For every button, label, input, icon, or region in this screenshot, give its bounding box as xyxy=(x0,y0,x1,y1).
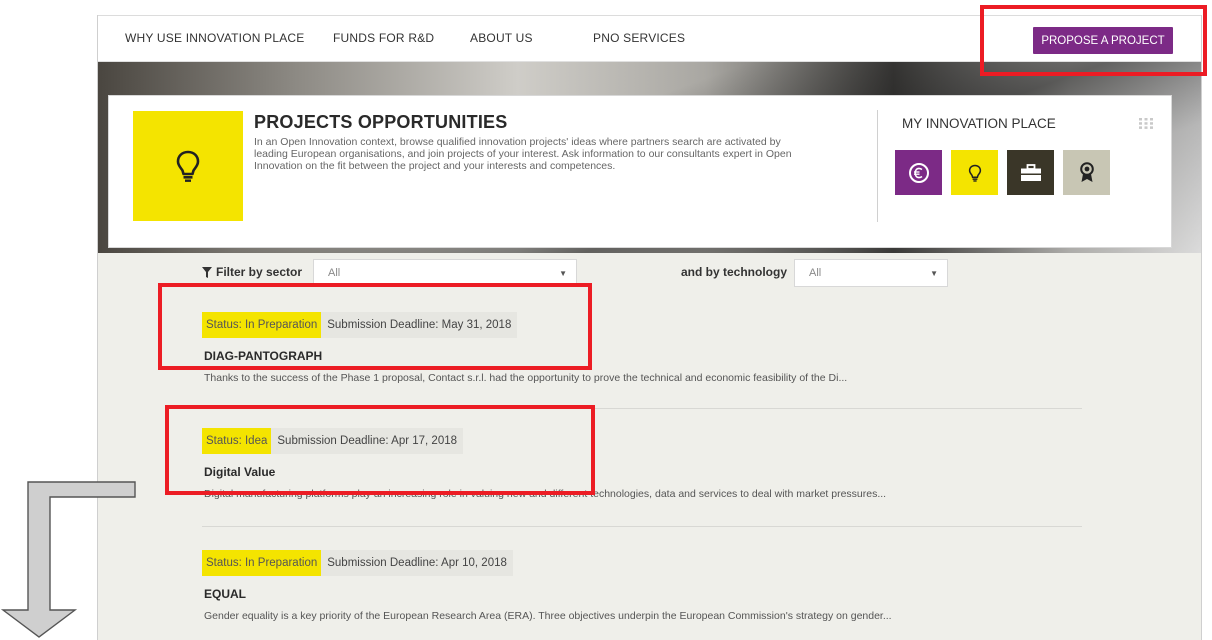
annotation-highlight-project-1 xyxy=(158,283,592,370)
hero-icon-box xyxy=(133,111,243,221)
project-summary: Thanks to the success of the Phase 1 pro… xyxy=(204,372,848,384)
caret-down-icon: ▼ xyxy=(559,269,567,278)
caret-down-icon: ▼ xyxy=(930,269,938,278)
nav-about-us[interactable]: ABOUT US xyxy=(470,31,533,45)
lightbulb-icon xyxy=(968,164,981,182)
deadline-badge: Submission Deadline: Apr 10, 2018 xyxy=(321,550,513,576)
hero-card: PROJECTS OPPORTUNITIES In an Open Innova… xyxy=(108,95,1172,248)
tile-projects[interactable] xyxy=(951,150,998,195)
tile-services[interactable] xyxy=(1007,150,1054,195)
screenshot: WHY USE INNOVATION PLACE FUNDS FOR R&D A… xyxy=(0,0,1212,640)
annotation-highlight-propose xyxy=(980,5,1207,76)
tile-funds[interactable] xyxy=(895,150,942,195)
project-summary: Gender equality is a key priority of the… xyxy=(204,610,892,622)
page-description: In an Open Innovation context, browse qu… xyxy=(254,136,792,172)
award-icon xyxy=(1079,161,1094,182)
lightbulb-icon xyxy=(176,150,200,182)
technology-select-value: All xyxy=(809,267,822,279)
annotation-highlight-project-2 xyxy=(165,405,595,495)
down-arrow-annotation-icon xyxy=(0,481,136,638)
hero-banner: PROJECTS OPPORTUNITIES In an Open Innova… xyxy=(98,62,1201,253)
divider xyxy=(202,526,1082,527)
my-innovation-place-title: MY INNOVATION PLACE xyxy=(902,116,1056,131)
nav-why-use[interactable]: WHY USE INNOVATION PLACE xyxy=(125,31,305,45)
filter-icon xyxy=(202,266,212,278)
status-badge: Status: In Preparation xyxy=(202,550,322,576)
nav-pno-services[interactable]: PNO SERVICES xyxy=(593,31,685,45)
sector-select-value: All xyxy=(328,267,341,279)
euro-icon xyxy=(908,162,929,183)
page-title: PROJECTS OPPORTUNITIES xyxy=(254,112,508,132)
briefcase-icon xyxy=(1020,163,1041,181)
filter-technology-label: and by technology xyxy=(681,265,788,279)
divider xyxy=(877,110,878,222)
tile-awards[interactable] xyxy=(1063,150,1110,195)
nav-funds[interactable]: FUNDS FOR R&D xyxy=(333,31,434,45)
project-badges: Status: In Preparation Submission Deadli… xyxy=(202,550,513,576)
grid-menu-icon[interactable] xyxy=(1139,118,1153,129)
technology-select[interactable]: All ▼ xyxy=(794,259,948,287)
filter-sector-label: Filter by sector xyxy=(202,265,302,279)
filter-sector-text: Filter by sector xyxy=(216,265,303,279)
project-title[interactable]: EQUAL xyxy=(204,587,246,601)
